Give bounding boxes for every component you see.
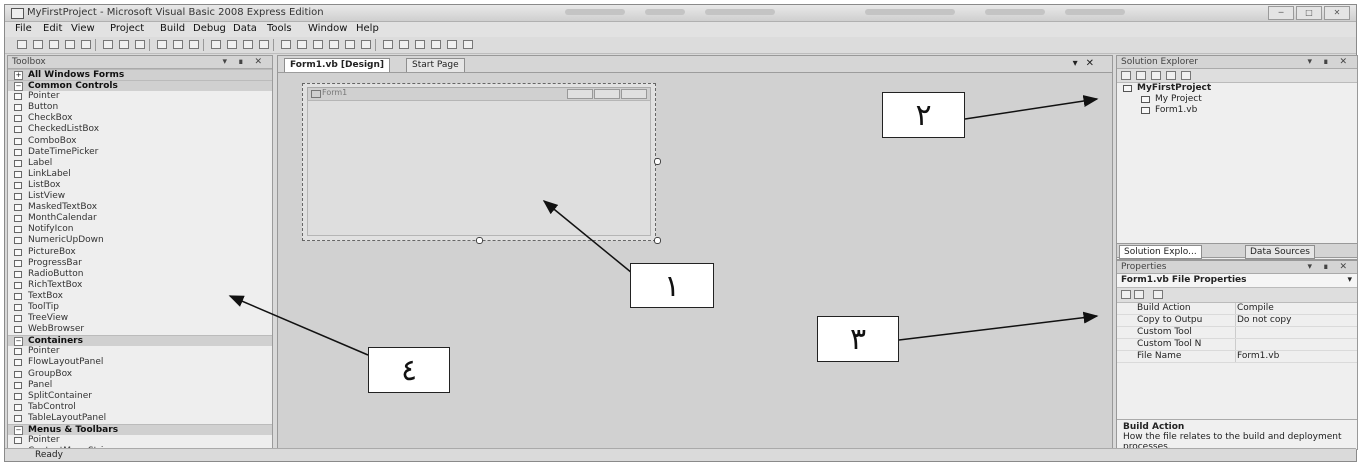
arrow-2 [964, 95, 1099, 120]
callout-3: ٣ [817, 316, 899, 362]
callout-1: ١ [630, 263, 714, 308]
arrow-4 [228, 295, 369, 356]
arrow-1 [542, 200, 633, 274]
callout-4: ٤ [368, 347, 450, 393]
callout-arrows [228, 95, 1099, 356]
arrow-3 [898, 311, 1099, 341]
callout-2: ٢ [882, 92, 965, 138]
